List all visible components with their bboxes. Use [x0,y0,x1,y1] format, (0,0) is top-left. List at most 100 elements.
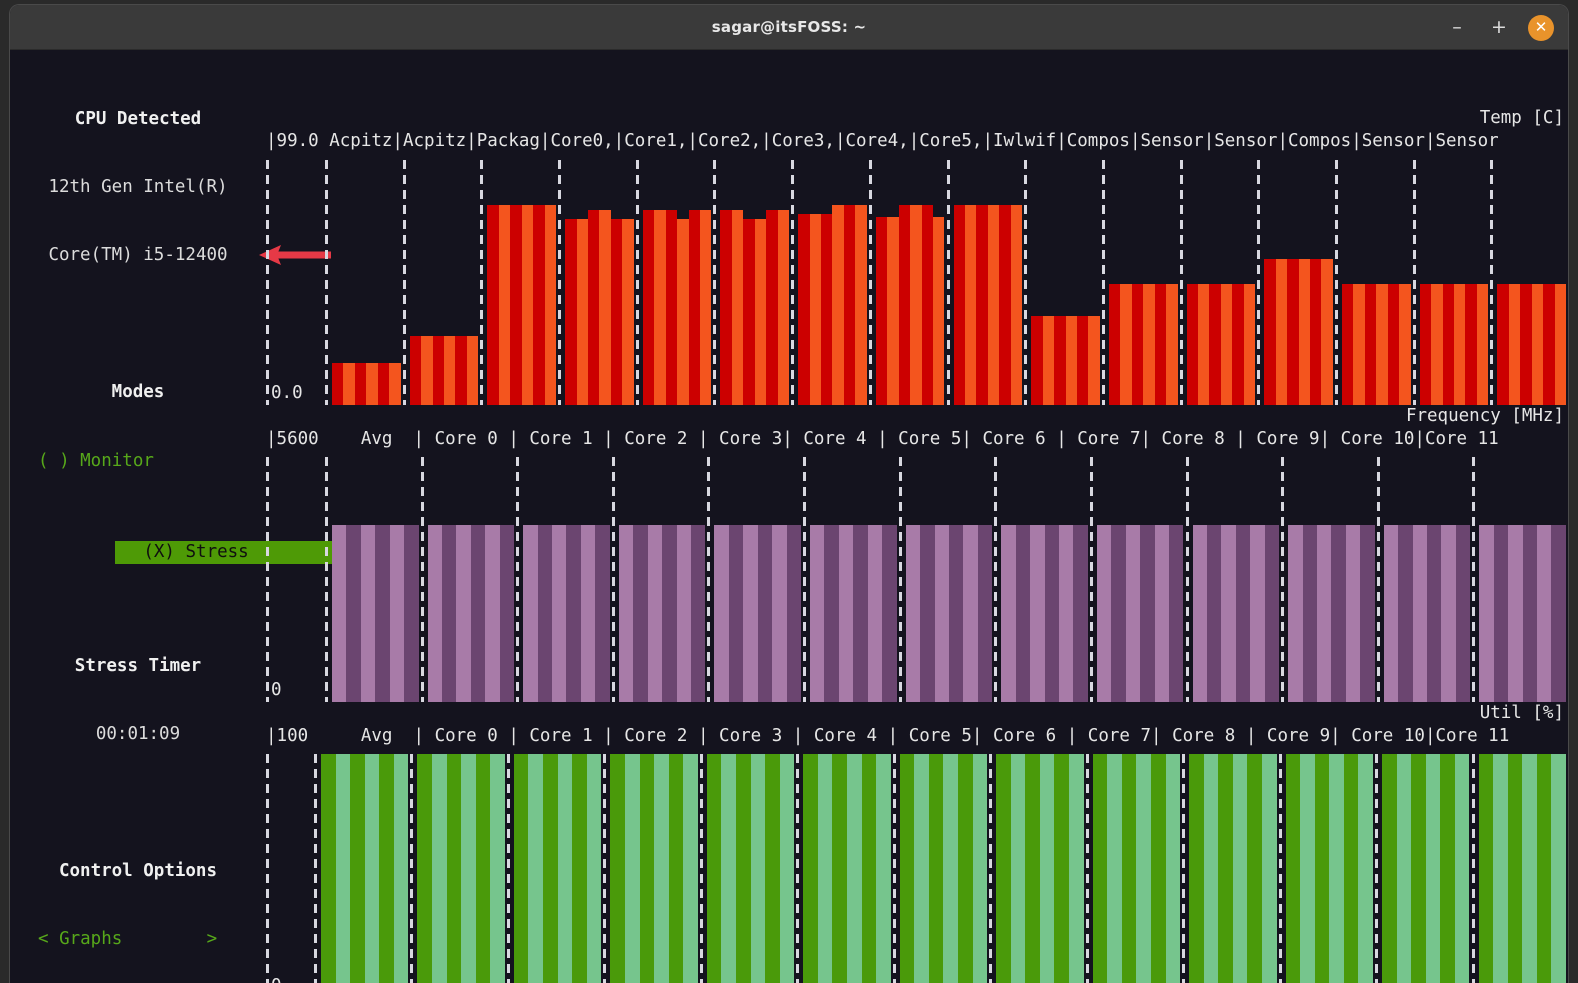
bar [700,210,711,406]
chart-column [1090,457,1186,702]
bar [949,525,963,702]
column-divider [713,160,716,405]
bar [821,214,832,405]
bar [543,754,558,983]
bar [1455,754,1470,983]
bar [988,205,999,405]
bar [1109,284,1120,405]
chart-column [1490,160,1568,405]
bar [1522,754,1537,983]
bar [1397,754,1412,983]
bar [346,525,360,702]
bar [410,336,421,405]
column-bars [410,160,479,405]
bar [787,525,801,702]
bar [514,754,529,983]
bar [1107,754,1122,983]
bar [528,754,543,983]
bar [1443,284,1454,405]
bar [1059,525,1073,702]
bar [1120,284,1131,405]
chart-column [899,457,995,702]
window-titlebar[interactable]: sagar@itsFOSS: ~ – + ✕ [10,5,1568,50]
minimize-button[interactable]: – [1444,15,1470,41]
bar [1493,754,1508,983]
bar [355,363,366,405]
maximize-button[interactable]: + [1486,15,1512,41]
bar [1346,525,1360,702]
bar [1413,525,1427,702]
chart-column [791,160,869,405]
bar [633,525,647,702]
column-bars [954,160,1023,405]
bar [943,754,958,983]
bar [1045,525,1059,702]
column-bars [321,754,408,983]
bar [1555,284,1566,405]
chart-axis-line [266,457,269,702]
bar [456,525,470,702]
control-option-graphs[interactable]: < Graphs > [10,928,266,951]
cpu-detected-header: CPU Detected [10,108,266,131]
chart-column [558,160,636,405]
column-bars [1001,457,1088,702]
bar [1508,525,1522,702]
column-bars [1479,754,1566,983]
bar [1198,284,1209,405]
chart-column [1281,457,1377,702]
temp-chart [266,160,1568,405]
bar [929,754,944,983]
bar [832,205,843,405]
chart-column [314,754,410,983]
bar [1376,284,1387,405]
bar [1344,754,1359,983]
chart-column [869,160,947,405]
column-bars [1288,457,1375,702]
bar [920,525,934,702]
bar [1221,284,1232,405]
spacer [10,313,266,336]
bar [523,525,537,702]
bar [758,525,772,702]
bar [1399,284,1410,405]
column-bars [1193,457,1280,702]
bar [390,525,404,702]
cpu-model-line1: 12th Gen Intel(R) [10,176,266,199]
bar [832,754,847,983]
sidebar-panel: CPU Detected 12th Gen Intel(R) Core(TM) … [10,50,266,983]
close-button[interactable]: ✕ [1528,15,1554,41]
column-bars [417,754,504,983]
bar [1365,284,1376,405]
chart-column [1375,754,1471,983]
bar [683,754,698,983]
chart-column [1186,457,1282,702]
bar [1440,754,1455,983]
bar [1537,525,1551,702]
spacer [10,792,266,815]
bar [958,754,973,983]
window-controls: – + ✕ [1444,5,1554,50]
chart-column [325,160,403,405]
column-bars [1031,160,1100,405]
bar [1384,525,1398,702]
column-divider [1335,160,1338,405]
bar [900,754,915,983]
bar [587,754,602,983]
column-divider [700,754,703,983]
chart-column [603,754,699,983]
bar [778,210,789,406]
column-bars [1264,160,1333,405]
bar [1250,525,1264,702]
chart-column [1472,754,1568,983]
column-divider [899,457,902,702]
bar [366,363,377,405]
column-divider [410,754,413,983]
mode-option-monitor[interactable]: ( ) Monitor [10,450,266,473]
bar [444,336,455,405]
bar [1209,284,1220,405]
bar [996,754,1011,983]
chart-column [1279,754,1375,983]
bar [810,214,821,405]
bar [818,754,833,983]
bar [1287,259,1298,405]
